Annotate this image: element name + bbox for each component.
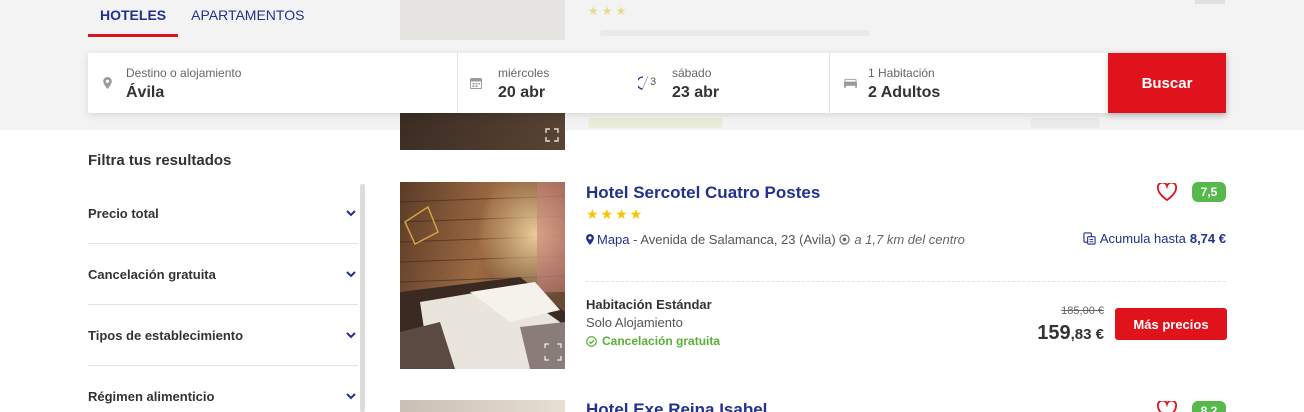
target-icon [839, 234, 851, 245]
tab-apartamentos[interactable]: APARTAMENTOS [179, 0, 316, 37]
hotel-photo[interactable] [400, 182, 565, 369]
filters-scrollbar[interactable] [360, 184, 365, 412]
original-price: 185,00 € [1061, 305, 1104, 317]
next-hotel-photo[interactable] [400, 400, 565, 412]
location-pin-icon [103, 77, 112, 89]
checkout-day: sábado [672, 66, 712, 80]
card-divider [586, 281, 1226, 282]
search-button[interactable]: Buscar [1108, 53, 1226, 113]
price-integer: 159 [1037, 322, 1071, 344]
tab-hoteles[interactable]: HOTELES [88, 0, 179, 37]
current-price: 159,83 € [1037, 322, 1104, 345]
filter-label: Régimen alimenticio [88, 388, 215, 404]
price-decimals: ,83 € [1070, 326, 1104, 343]
review-score-badge: 7,5 [1192, 182, 1226, 202]
search-bar: Destino o alojamiento Ávila miércoles 20… [88, 53, 1226, 113]
checkin-date: 20 abr [498, 84, 546, 101]
filters-list: Precio total Cancelación gratuita Tipos … [88, 184, 358, 412]
rooms-count: 1 Habitación [868, 66, 935, 80]
nights-count: 3 [650, 76, 657, 88]
destination-value: Ávila [126, 84, 165, 101]
chevron-down-icon [346, 270, 356, 277]
room-name: Habitación Estándar [586, 297, 712, 312]
check-circle-icon [586, 335, 597, 347]
points-label: Acumula hasta [1099, 231, 1186, 246]
chevron-down-icon [346, 210, 356, 217]
hotel-stars: ★★★★ [586, 206, 645, 222]
bed-icon [844, 78, 857, 88]
previous-hotel-image-bottom [400, 112, 565, 150]
filters-title: Filtra tus resultados [88, 152, 232, 169]
previous-hotel-button [1195, 0, 1225, 4]
dates-field[interactable]: miércoles 20 abr 3 sábado 23 abr [458, 53, 830, 113]
previous-hotel-address [600, 30, 870, 36]
chevron-down-icon [346, 392, 356, 399]
distance-text: a 1,7 km del centro [854, 232, 965, 247]
moon-icon [638, 76, 649, 90]
address-text: - Avenida de Salamanca, 23 (Avila) [629, 232, 840, 247]
loyalty-points: Acumula hasta 8,74 € [1083, 231, 1226, 246]
previous-hotel-cancellation [588, 118, 723, 128]
checkin-day: miércoles [498, 66, 550, 80]
chevron-down-icon [346, 331, 356, 338]
filter-free-cancellation[interactable]: Cancelación gratuita [88, 244, 358, 305]
points-value: 8,74 € [1189, 231, 1226, 246]
favorite-heart-icon[interactable] [1157, 401, 1177, 412]
filter-label: Tipos de establecimiento [88, 327, 244, 343]
hotel-address: Mapa - Avenida de Salamanca, 23 (Avila) … [586, 231, 981, 249]
destination-field[interactable]: Destino o alojamiento Ávila [88, 53, 458, 113]
checkout-date: 23 abr [672, 84, 720, 101]
meal-regime: Solo Alojamiento [586, 315, 683, 330]
filter-total-price[interactable]: Precio total [88, 184, 358, 244]
filter-meal-plan[interactable]: Régimen alimenticio [88, 366, 358, 412]
filter-property-type[interactable]: Tipos de establecimiento [88, 305, 358, 366]
free-cancellation: Cancelación gratuita [586, 334, 720, 348]
hotel-name[interactable]: Hotel Sercotel Cuatro Postes [586, 183, 820, 203]
calendar-icon [470, 78, 482, 89]
next-hotel-name[interactable]: Hotel Exe Reina Isabel [586, 400, 767, 412]
more-prices-button[interactable]: Más precios [1115, 308, 1227, 340]
cancellation-text: Cancelación gratuita [602, 334, 721, 348]
accommodation-tabs: HOTELES APARTAMENTOS [88, 0, 316, 37]
previous-hotel-image [400, 0, 565, 40]
previous-hotel-stars: ★★★ [588, 4, 630, 18]
next-review-score-badge: 8,2 [1192, 401, 1226, 412]
destination-label: Destino o alojamiento [126, 66, 242, 80]
filter-label: Precio total [88, 206, 159, 221]
location-pin-icon [586, 234, 594, 245]
expand-icon [545, 128, 559, 142]
guests-count: 2 Adultos [868, 84, 941, 101]
favorite-heart-icon[interactable] [1157, 183, 1177, 201]
previous-hotel-price [1030, 118, 1100, 128]
map-link[interactable]: Mapa [597, 232, 630, 247]
coins-icon [1083, 232, 1096, 245]
hotel-room-photo [400, 182, 565, 369]
guests-field[interactable]: 1 Habitación 2 Adultos [830, 53, 1108, 113]
filter-label: Cancelación gratuita [88, 266, 216, 282]
